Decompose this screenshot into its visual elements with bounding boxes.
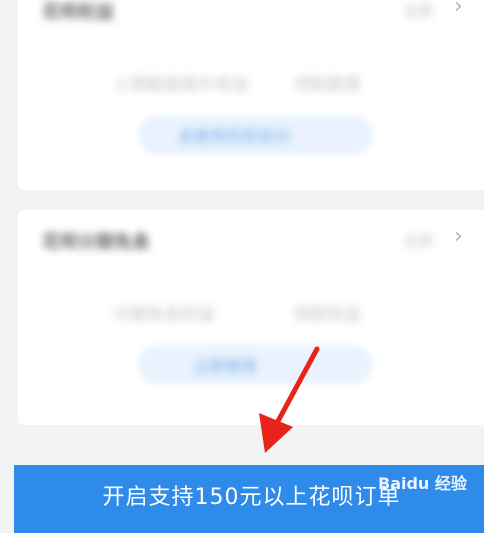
card-desc-left: 分期免息权益 [113,305,215,325]
baidu-jingyan-watermark: Baidu 经验 [378,470,467,494]
card-link[interactable]: 全部 [403,0,433,21]
enable-huabei-label: 开启支持150元以上花呗订单 [102,485,401,510]
card-title: 花呗分期免息 [42,232,150,253]
coupon-card-1[interactable]: 花呗权益 全部 › 上限额度提升权益 领取额度 去使用花呗支付 [18,0,484,190]
chevron-right-icon[interactable]: › [454,0,463,19]
card-action-label: 立即使用 [193,357,258,376]
card-action-label: 去使用花呗支付 [178,127,291,146]
card-title: 花呗权益 [42,2,114,23]
card-link[interactable]: 全部 [403,230,433,251]
card-desc-left: 上限额度提升权益 [113,75,249,95]
watermark-text: Baidu 经验 [378,474,467,493]
chevron-right-icon[interactable]: › [454,224,463,249]
coupon-card-2[interactable]: 花呗分期免息 全部 › 分期免息权益 领取权益 立即使用 [18,210,484,425]
annotation-arrow-icon [259,346,320,453]
card-desc-right: 领取额度 [293,75,361,95]
card-desc-right: 领取权益 [293,305,361,325]
